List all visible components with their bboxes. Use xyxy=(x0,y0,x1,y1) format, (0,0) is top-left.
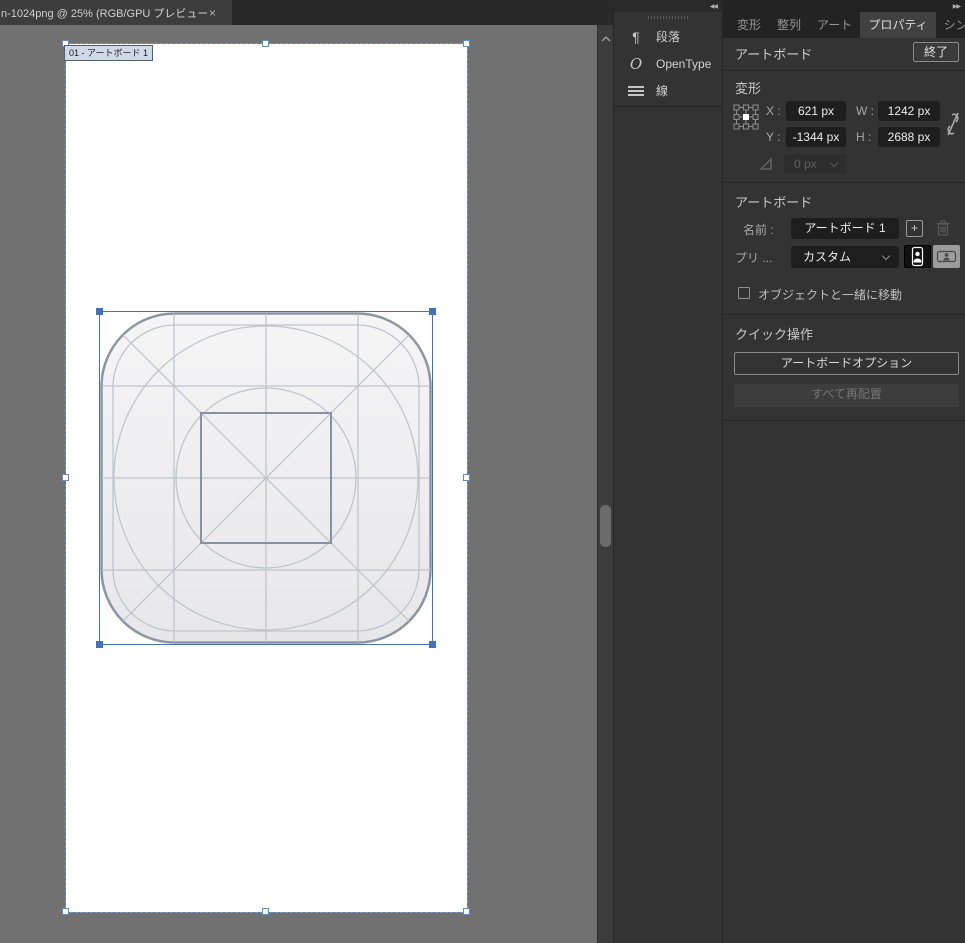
collapse-dock-icon[interactable]: ▶▶ xyxy=(953,3,961,10)
dock-drag-handle[interactable] xyxy=(648,16,688,19)
tab-artboards[interactable]: アート xyxy=(809,12,860,38)
x-input[interactable]: 621 px xyxy=(786,101,846,121)
selection-handle[interactable] xyxy=(429,308,436,315)
divider xyxy=(723,182,965,183)
transform-section-title: 変形 xyxy=(735,81,762,96)
artboard-handle[interactable] xyxy=(463,40,470,47)
divider xyxy=(723,70,965,71)
stroke-icon xyxy=(628,84,644,98)
dock-item-label: OpenType xyxy=(656,56,712,71)
scrollbar-thumb[interactable] xyxy=(600,505,611,547)
artboard-handle[interactable] xyxy=(463,474,470,481)
artboard-handle[interactable] xyxy=(262,908,269,915)
paragraph-icon: ¶ xyxy=(632,28,640,45)
artboard-section-title: アートボード xyxy=(735,195,813,210)
scroll-up-icon[interactable] xyxy=(601,30,611,48)
illustrator-window: n-1024png @ 25% (RGB/GPU プレビュー) × 01 - ア… xyxy=(0,0,965,943)
unlink-proportions-icon[interactable] xyxy=(945,110,961,143)
h-input[interactable]: 2688 px xyxy=(878,127,940,147)
y-input[interactable]: -1344 px xyxy=(786,127,846,147)
angle-icon xyxy=(759,157,773,176)
y-label: Y : xyxy=(766,130,781,144)
move-with-artwork-label: オブジェクトと一緒に移動 xyxy=(758,288,903,302)
artboard-handle[interactable] xyxy=(262,40,269,47)
panel-tabs: 変形 整列 アート プロパティ シンボ xyxy=(723,12,965,38)
quick-actions-title: クイック操作 xyxy=(735,327,814,342)
document-tab-title: n-1024png @ 25% (RGB/GPU プレビュー) xyxy=(1,7,207,20)
artboard-handle[interactable] xyxy=(463,908,470,915)
x-label: X : xyxy=(766,104,781,118)
selection-handle[interactable] xyxy=(96,308,103,315)
reference-point-locator[interactable] xyxy=(733,104,759,135)
delete-artboard-icon[interactable] xyxy=(935,219,951,242)
artboard-options-button[interactable]: アートボードオプション xyxy=(734,352,959,375)
panel-title: アートボード xyxy=(735,47,813,62)
dock-header: ◀◀ xyxy=(614,0,722,12)
close-icon[interactable]: × xyxy=(209,6,216,20)
properties-panel: ▶▶ 変形 整列 アート プロパティ シンボ アートボード 終了 変形 xyxy=(722,0,965,943)
artboard-handle[interactable] xyxy=(62,908,69,915)
move-with-artwork-checkbox[interactable] xyxy=(738,287,750,299)
w-input[interactable]: 1242 px xyxy=(878,101,940,121)
document-tabbar: n-1024png @ 25% (RGB/GPU プレビュー) × xyxy=(0,0,613,25)
divider xyxy=(723,314,965,315)
selection-handle[interactable] xyxy=(96,641,103,648)
new-artboard-button[interactable]: + xyxy=(906,220,923,237)
exit-button[interactable]: 終了 xyxy=(913,42,959,62)
dock-item-stroke[interactable]: 線 xyxy=(614,77,723,104)
properties-content: アートボード 終了 変形 X : 621 px W : 1242 px Y : xyxy=(723,38,965,943)
dock-item-paragraph[interactable]: ¶ 段落 xyxy=(614,23,723,50)
icon-grid-svg xyxy=(100,312,432,644)
opentype-icon: O xyxy=(629,54,643,73)
w-label: W : xyxy=(856,104,874,118)
artboard-name-input[interactable]: アートボード 1 xyxy=(791,218,899,239)
name-label: 名前 : xyxy=(743,223,774,237)
tab-symbols[interactable]: シンボ xyxy=(936,12,965,38)
vertical-scrollbar[interactable] xyxy=(597,25,613,943)
divider xyxy=(723,420,965,421)
artboard-handle[interactable] xyxy=(62,474,69,481)
preset-label: プリ ... xyxy=(735,251,773,265)
canvas[interactable]: 01 - アートボード 1 xyxy=(0,25,597,943)
document-tab[interactable]: n-1024png @ 25% (RGB/GPU プレビュー) × xyxy=(0,0,232,25)
icon-grid-artwork[interactable] xyxy=(96,308,436,648)
landscape-orientation-button[interactable] xyxy=(933,245,960,268)
panel-top-strip: ▶▶ xyxy=(723,0,965,12)
tab-transform[interactable]: 変形 xyxy=(729,12,769,38)
divider xyxy=(614,106,723,107)
dock-item-opentype[interactable]: O OpenType xyxy=(614,50,723,77)
artboard-name-tag[interactable]: 01 - アートボード 1 xyxy=(64,45,153,61)
portrait-orientation-button[interactable] xyxy=(904,245,931,268)
tab-properties[interactable]: プロパティ xyxy=(860,12,936,38)
collapse-panels-icon[interactable]: ◀◀ xyxy=(710,3,718,10)
dock-item-label: 線 xyxy=(656,84,669,98)
selection-handle[interactable] xyxy=(429,641,436,648)
h-label: H : xyxy=(856,130,872,144)
tab-align[interactable]: 整列 xyxy=(769,12,809,38)
rearrange-all-button: すべて再配置 xyxy=(734,384,959,407)
dock-item-label: 段落 xyxy=(656,30,681,44)
panel-dock: ◀◀ ¶ 段落 O OpenType 線 xyxy=(613,0,723,943)
